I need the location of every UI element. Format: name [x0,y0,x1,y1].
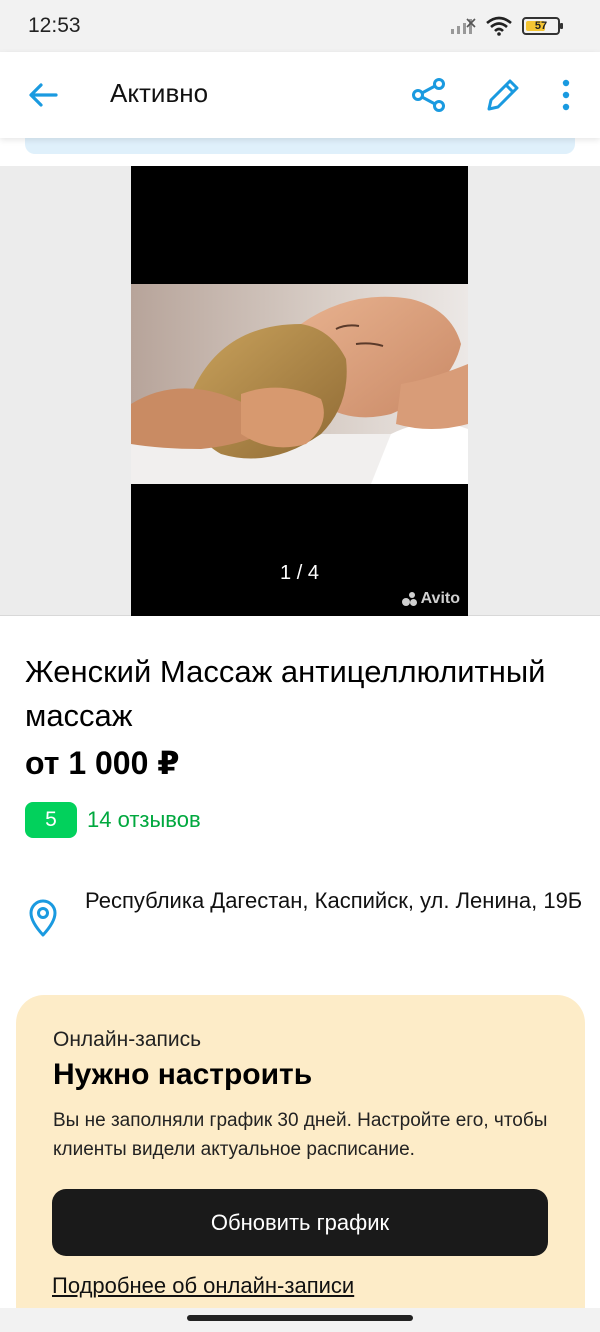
reviews-link[interactable]: 14 отзывов [87,807,201,833]
online-booking-card: Онлайн-запись Нужно настроить Вы не запо… [16,995,585,1332]
share-icon[interactable] [410,76,448,114]
photo-frame[interactable]: 1 / 4 Avito [131,166,468,616]
page-title: Активно [110,78,209,108]
back-arrow-icon[interactable] [26,78,60,112]
location-pin-icon [29,899,57,937]
top-toolbar: Активно [0,52,600,138]
rating-row[interactable]: 5 14 отзывов [25,802,201,838]
avito-logo-icon [401,592,418,606]
address-row[interactable]: Республика Дагестан, Каспийск, ул. Ленин… [25,884,585,938]
listing-photo[interactable] [131,284,468,484]
status-bar: 12:53 57 [0,0,600,52]
edit-pencil-icon[interactable] [484,76,522,114]
wifi-icon [486,16,512,36]
avito-watermark-text: Avito [420,590,460,607]
listing-title: Женский Массаж антицеллюлитный массаж [25,654,546,733]
more-vertical-icon[interactable] [552,76,580,114]
listing-page: 12:53 57 Активно 1 / 4 Avito Женский Мас… [0,0,600,1332]
booking-description: Вы не заполняли график 30 дней. Настройт… [53,1110,548,1160]
avito-watermark: Avito [401,590,460,608]
booking-status: Нужно настроить [53,1058,313,1091]
listing-price: от 1 000 ₽ [25,745,180,781]
update-schedule-button[interactable]: Обновить график [52,1189,548,1256]
status-time: 12:53 [28,14,81,37]
home-indicator[interactable] [0,1308,600,1332]
photo-gallery[interactable]: 1 / 4 Avito [0,166,600,616]
battery-icon: 57 [522,17,563,35]
status-icons: 57 [450,16,563,36]
photo-counter: 1 / 4 [280,562,319,584]
signal-icon [451,18,476,34]
booking-details-link[interactable]: Подробнее об онлайн-записи [52,1273,354,1299]
rating-badge: 5 [25,802,77,838]
booking-label: Онлайн-запись [53,1028,202,1051]
address-text: Республика Дагестан, Каспийск, ул. Ленин… [85,888,583,913]
home-indicator-bar[interactable] [187,1315,413,1321]
battery-level: 57 [534,20,548,32]
